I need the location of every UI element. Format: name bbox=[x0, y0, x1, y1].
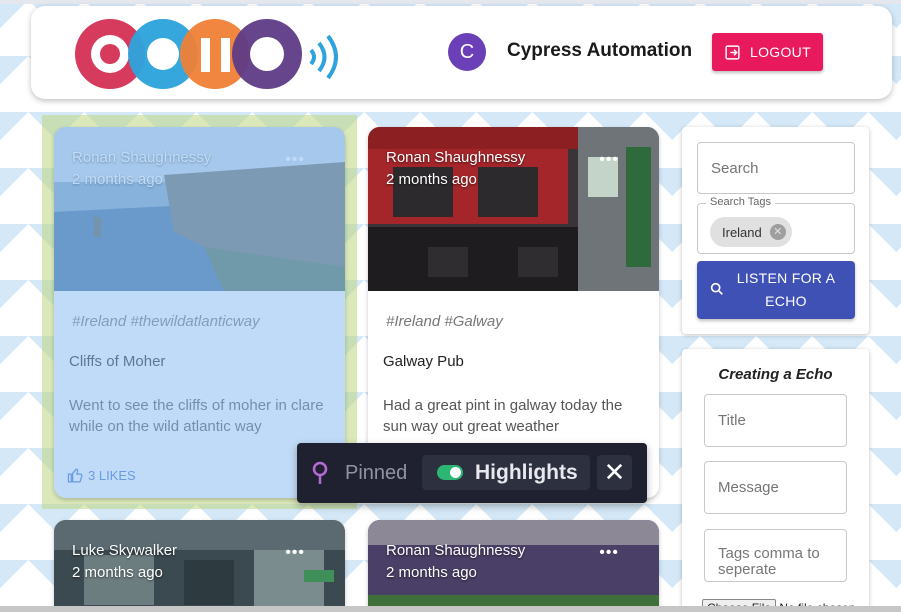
search-panel: Search Tags Ireland ✕ LISTEN FOR A ECHO bbox=[682, 127, 869, 334]
highlights-switch[interactable] bbox=[437, 465, 463, 480]
tags-input[interactable]: Tags comma to seperate bbox=[704, 529, 847, 582]
card-time: 2 months ago bbox=[386, 564, 477, 581]
search-tags-label: Search Tags bbox=[706, 196, 775, 208]
card-message: Had a great pint in galway today the sun… bbox=[383, 397, 623, 435]
card-time: 2 months ago bbox=[72, 171, 163, 188]
echo-card-station[interactable]: Luke Skywalker 2 months ago ••• bbox=[54, 520, 345, 612]
likes-count: 3 LIKES bbox=[88, 468, 136, 483]
echo-card-stadium[interactable]: Ronan Shaughnessy 2 months ago ••• bbox=[368, 520, 659, 612]
listen-button[interactable]: LISTEN FOR A ECHO bbox=[697, 261, 855, 319]
card-tags: #Ireland #thewildatlanticway bbox=[72, 313, 260, 330]
bottom-scrollbar[interactable] bbox=[0, 606, 901, 612]
close-icon[interactable]: ✕ bbox=[597, 455, 632, 490]
app-header: C Cypress Automation LOGOUT bbox=[31, 6, 892, 99]
tag-chip[interactable]: Ireland ✕ bbox=[710, 217, 792, 247]
highlights-label: Highlights bbox=[475, 461, 578, 484]
avatar[interactable]: C bbox=[448, 33, 486, 71]
highlights-toggle[interactable]: Highlights bbox=[422, 455, 590, 490]
top-border bbox=[0, 0, 901, 4]
thumb-up-icon bbox=[67, 468, 83, 483]
card-author: Luke Skywalker bbox=[72, 542, 178, 559]
like-button[interactable]: 3 LIKES bbox=[67, 467, 136, 484]
tag-chip-label: Ireland bbox=[722, 224, 762, 240]
card-title: Galway Pub bbox=[383, 353, 464, 370]
card-author: Ronan Shaughnessy bbox=[386, 149, 526, 166]
message-input[interactable] bbox=[704, 461, 847, 514]
card-author: Ronan Shaughnessy bbox=[72, 149, 212, 166]
more-dots-icon[interactable]: ••• bbox=[285, 544, 305, 562]
pin-icon bbox=[312, 461, 328, 484]
search-tags-field[interactable]: Search Tags Ireland ✕ bbox=[697, 196, 855, 254]
echo-logo bbox=[75, 19, 338, 89]
search-input[interactable] bbox=[697, 142, 855, 194]
more-dots-icon[interactable]: ••• bbox=[599, 544, 619, 562]
create-panel: Creating a Echo Tags comma to seperate C… bbox=[682, 349, 869, 612]
title-input[interactable] bbox=[704, 394, 847, 447]
search-icon bbox=[710, 282, 723, 295]
card-tags: #Ireland #Galway bbox=[386, 313, 503, 330]
chip-remove-icon[interactable]: ✕ bbox=[769, 224, 786, 240]
card-time: 2 months ago bbox=[386, 171, 477, 188]
card-author: Ronan Shaughnessy bbox=[386, 542, 526, 559]
card-time: 2 months ago bbox=[72, 564, 163, 581]
logout-button[interactable]: LOGOUT bbox=[712, 33, 823, 71]
card-title: Cliffs of Moher bbox=[69, 353, 166, 370]
more-dots-icon[interactable]: ••• bbox=[285, 151, 305, 169]
create-heading: Creating a Echo bbox=[718, 366, 833, 383]
more-dots-icon[interactable]: ••• bbox=[599, 151, 619, 169]
logout-icon bbox=[725, 44, 740, 60]
card-message: Went to see the cliffs of moher in clare… bbox=[69, 397, 324, 435]
logout-label: LOGOUT bbox=[750, 44, 811, 60]
pinned-toolbar: Pinned Highlights ✕ bbox=[297, 443, 647, 503]
username: Cypress Automation bbox=[507, 40, 693, 61]
pinned-label[interactable]: Pinned bbox=[345, 462, 407, 485]
